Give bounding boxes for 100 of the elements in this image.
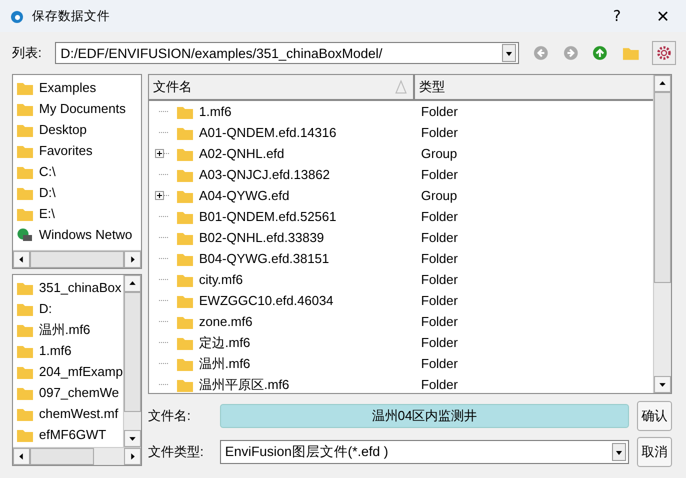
file-type: Folder [420, 335, 458, 350]
file-name[interactable]: 温州.mf6 [199, 354, 250, 372]
file-type: Folder [420, 167, 458, 182]
expand-icon[interactable] [155, 149, 169, 158]
history-item[interactable]: efMF6GWT [13, 424, 123, 445]
file-name[interactable]: A03-QNJCJ.efd.13862 [199, 167, 330, 182]
file-type-dropdown[interactable]: EnviFusion图层文件(*.efd ) [220, 440, 629, 464]
file-name[interactable]: 定边.mf6 [199, 334, 250, 352]
history-item[interactable]: D: [13, 298, 123, 319]
file-type: Folder [420, 251, 458, 266]
path-label: 列表: [12, 44, 43, 62]
file-type: Folder [420, 230, 458, 245]
file-name[interactable]: city.mf6 [199, 272, 243, 287]
scroll-up-icon[interactable] [654, 75, 671, 92]
file-name[interactable]: A04-QYWG.efd [199, 188, 290, 203]
expand-icon[interactable] [155, 191, 169, 200]
folder-icon [177, 336, 193, 350]
horizontal-scrollbar[interactable] [13, 250, 141, 268]
window-title: 保存数据文件 [32, 8, 111, 24]
folder-icon [177, 230, 193, 244]
settings-button[interactable] [652, 41, 676, 65]
file-name-field[interactable]: 温州04区内监测井 [220, 404, 629, 428]
folder-icon [177, 126, 193, 140]
file-type: Folder [420, 125, 458, 140]
folder-icon [177, 188, 193, 202]
folder-icon [17, 102, 33, 116]
network-icon [17, 228, 33, 242]
folder-icon [177, 210, 193, 224]
folder-icon [177, 356, 193, 370]
column-header[interactable]: 类型 [415, 75, 653, 99]
place-item[interactable]: Examples [13, 77, 141, 98]
folder-icon [17, 386, 33, 400]
file-name[interactable]: A01-QNDEM.efd.14316 [199, 125, 336, 140]
folder-icon [17, 144, 33, 158]
help-button[interactable]: ? [594, 0, 640, 32]
folder-icon [177, 272, 193, 286]
file-type-label: 文件类型: [148, 443, 205, 461]
folder-icon [17, 164, 33, 178]
folder-icon [17, 186, 33, 200]
vertical-scrollbar[interactable] [123, 275, 141, 447]
scroll-up-icon[interactable] [124, 275, 141, 292]
history-item[interactable]: 1.mf6 [13, 340, 123, 361]
folder-icon [17, 344, 33, 358]
file-type: Folder [420, 272, 458, 287]
place-item[interactable]: E:\ [13, 203, 141, 224]
column-header[interactable]: 文件名 [149, 75, 415, 99]
folder-icon [17, 206, 33, 220]
file-name[interactable]: A02-QNHL.efd [199, 146, 284, 161]
folder-icon [17, 280, 33, 294]
close-button[interactable]: ✕ [640, 0, 686, 32]
file-name[interactable]: 1.mf6 [199, 104, 232, 119]
history-item[interactable]: 097_chemWe [13, 382, 123, 403]
place-item[interactable]: D:\ [13, 182, 141, 203]
vertical-scrollbar[interactable] [653, 75, 671, 393]
folder-icon [17, 364, 33, 378]
folder-icon [17, 322, 33, 336]
file-name[interactable]: B04-QYWG.efd.38151 [199, 251, 330, 266]
file-name[interactable]: B02-QNHL.efd.33839 [199, 230, 324, 245]
path-dropdown[interactable]: D:/EDF/ENVIFUSION/examples/351_chinaBoxModel/ [55, 42, 519, 64]
file-name[interactable]: zone.mf6 [199, 314, 252, 329]
place-item[interactable]: Windows Netwo [13, 224, 141, 245]
file-type: Folder [420, 377, 458, 392]
folder-icon [17, 122, 33, 136]
file-type: Folder [420, 209, 458, 224]
folder-icon [17, 428, 33, 442]
history-item[interactable]: 351_chinaBox [13, 277, 123, 298]
gear-icon [656, 45, 672, 61]
file-name[interactable]: EWZGGC10.efd.46034 [199, 293, 334, 308]
scroll-right-icon[interactable] [124, 251, 141, 268]
folder-icon [177, 146, 193, 160]
file-name[interactable]: B01-QNDEM.efd.52561 [199, 209, 336, 224]
confirm-button[interactable]: 确认 [637, 401, 672, 431]
history-item[interactable]: 204_mfExamp [13, 361, 123, 382]
place-item[interactable]: My Documents [13, 98, 141, 119]
cancel-button[interactable]: 取消 [637, 437, 672, 467]
scroll-down-icon[interactable] [124, 430, 141, 447]
file-name-label: 文件名: [148, 407, 192, 425]
folder-icon [177, 378, 193, 392]
folder-icon [17, 406, 33, 420]
app-logo-icon [10, 9, 24, 23]
place-item[interactable]: Desktop [13, 119, 141, 140]
scroll-left-icon[interactable] [13, 251, 30, 268]
history-item[interactable]: 温州.mf6 [13, 319, 123, 340]
file-type: Group [420, 146, 458, 161]
horizontal-scrollbar[interactable] [13, 447, 141, 465]
sort-icon [395, 80, 407, 94]
folder-icon [177, 294, 193, 308]
file-name[interactable]: 温州平原区.mf6 [199, 376, 290, 393]
place-item[interactable]: C:\ [13, 161, 141, 182]
scroll-left-icon[interactable] [13, 448, 30, 465]
file-type: Folder [420, 293, 458, 308]
file-type: Folder [420, 314, 458, 329]
place-item[interactable]: Favorites [13, 140, 141, 161]
scroll-down-icon[interactable] [654, 376, 671, 393]
history-item[interactable]: chemWest.mf [13, 403, 123, 424]
up-icon[interactable] [592, 45, 608, 61]
file-type: Group [420, 188, 458, 203]
scroll-right-icon[interactable] [124, 448, 141, 465]
file-type: Folder [420, 104, 458, 119]
folder-icon [177, 314, 193, 328]
